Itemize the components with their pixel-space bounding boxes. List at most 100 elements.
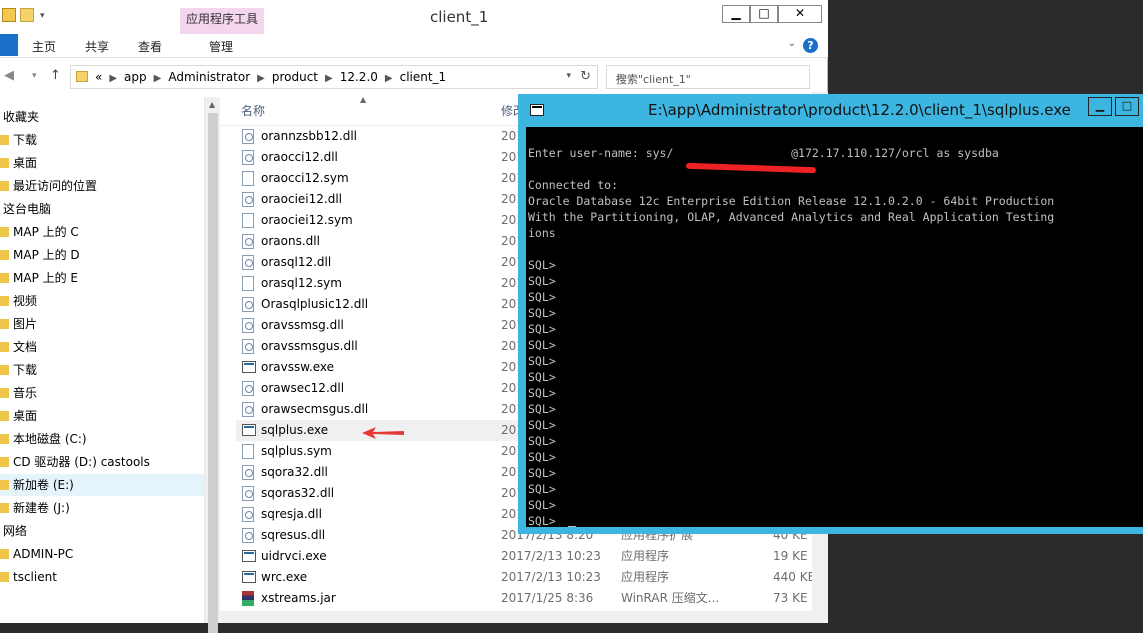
console-line: SQL> bbox=[528, 370, 556, 384]
nav-item[interactable]: MAP 上的 C bbox=[0, 221, 204, 243]
nav-item[interactable]: 下载 bbox=[0, 129, 204, 151]
properties-icon[interactable] bbox=[2, 8, 16, 22]
console-output[interactable]: Enter user-name: sys/ @172.17.110.127/or… bbox=[526, 127, 1143, 527]
file-name: oraociei12.sym bbox=[261, 213, 353, 227]
dll-file-icon bbox=[242, 339, 254, 354]
nav-item[interactable]: 最近访问的位置 bbox=[0, 175, 204, 197]
address-bar[interactable]: « ▶ app ▶ Administrator ▶ product ▶ 12.2.0 ▶ clien… bbox=[70, 65, 598, 89]
refresh-icon[interactable]: ↻ bbox=[580, 69, 591, 84]
nav-item[interactable]: 桌面 bbox=[0, 405, 204, 427]
ribbon-tabs: 主页 共享 查看 管理 ⌄ ? bbox=[0, 34, 828, 58]
close-button[interactable]: ✕ bbox=[778, 5, 822, 23]
sym-file-icon bbox=[242, 171, 254, 186]
dll-file-icon bbox=[242, 192, 254, 207]
nav-item[interactable]: ADMIN-PC bbox=[0, 543, 204, 565]
nav-section-header[interactable]: 收藏夹 bbox=[0, 106, 204, 128]
address-dropdown-icon[interactable]: ▾ bbox=[566, 71, 571, 81]
file-name: oraocci12.dll bbox=[261, 150, 338, 164]
quick-access-dropdown-icon[interactable]: ▾ bbox=[40, 11, 54, 25]
nav-item[interactable]: MAP 上的 E bbox=[0, 267, 204, 289]
nav-scrollbar[interactable]: ▲ bbox=[204, 97, 220, 633]
nav-item-icon bbox=[0, 388, 9, 398]
nav-item[interactable]: 视频 bbox=[0, 290, 204, 312]
file-date: 2017/2/13 10:23 bbox=[501, 570, 601, 584]
console-line: SQL> bbox=[528, 466, 556, 480]
console-maximize-button[interactable]: □ bbox=[1115, 97, 1139, 116]
console-line: Enter user-name: sys/ @172.17.110.127/or… bbox=[528, 146, 999, 160]
file-name: orasql12.sym bbox=[261, 276, 342, 290]
sym-file-icon bbox=[242, 444, 254, 459]
file-tab[interactable] bbox=[0, 34, 18, 56]
tab-manage[interactable]: 管理 bbox=[209, 38, 233, 55]
minimize-button[interactable]: ▁ bbox=[722, 5, 750, 23]
nav-item-label: 图片 bbox=[13, 317, 38, 331]
recent-locations-icon[interactable]: ▾ bbox=[32, 71, 37, 81]
breadcrumb-administrator[interactable]: Administrator bbox=[168, 70, 250, 84]
file-name: orannzsbb12.dll bbox=[261, 129, 357, 143]
file-row[interactable]: xstreams.jar 2017/1/25 8:36 WinRAR 压缩文... 7… bbox=[236, 588, 828, 609]
tab-home[interactable]: 主页 bbox=[32, 38, 56, 55]
file-size: 440 KE bbox=[773, 570, 816, 584]
file-name: oravssw.exe bbox=[261, 360, 335, 374]
nav-item[interactable]: 文档 bbox=[0, 336, 204, 358]
up-icon[interactable]: ↑ bbox=[50, 68, 61, 83]
nav-section-header[interactable]: 网络 bbox=[0, 520, 204, 542]
breadcrumb-client[interactable]: client_1 bbox=[400, 70, 447, 84]
nav-item[interactable]: 新加卷 (E:) bbox=[0, 474, 204, 496]
folder-icon[interactable] bbox=[20, 8, 34, 22]
scroll-up-icon[interactable]: ▲ bbox=[209, 100, 215, 109]
help-icon[interactable]: ? bbox=[803, 38, 818, 53]
console-minimize-button[interactable]: ▁ bbox=[1088, 97, 1112, 116]
file-name: sqora32.dll bbox=[261, 465, 328, 479]
maximize-button[interactable]: □ bbox=[750, 5, 778, 23]
annotation-arrow bbox=[362, 427, 404, 439]
console-window[interactable]: E:\app\Administrator\product\12.2.0\clie… bbox=[518, 94, 1143, 534]
tab-share[interactable]: 共享 bbox=[85, 38, 109, 55]
breadcrumb-version[interactable]: 12.2.0 bbox=[340, 70, 378, 84]
nav-item-icon bbox=[0, 250, 9, 260]
file-row[interactable]: uidrvci.exe 2017/2/13 10:23 应用程序 19 KE bbox=[236, 546, 828, 567]
nav-item[interactable]: 新建卷 (J:) bbox=[0, 497, 204, 519]
nav-item[interactable]: 音乐 bbox=[0, 382, 204, 404]
file-name: uidrvci.exe bbox=[261, 549, 327, 563]
console-line: SQL> bbox=[528, 498, 556, 512]
file-name: orawsecmsgus.dll bbox=[261, 402, 369, 416]
nav-item-label: 最近访问的位置 bbox=[13, 179, 98, 193]
file-date: 2017/1/25 8:36 bbox=[501, 591, 594, 605]
nav-item[interactable]: 下载 bbox=[0, 359, 204, 381]
console-app-icon[interactable] bbox=[530, 104, 544, 116]
nav-item-label: 文档 bbox=[13, 340, 38, 354]
breadcrumb-app[interactable]: app bbox=[124, 70, 147, 84]
back-icon[interactable]: ◀ bbox=[4, 68, 14, 83]
exe-file-icon bbox=[242, 361, 256, 373]
nav-item-label: CD 驱动器 (D:) castools bbox=[13, 455, 150, 469]
nav-item-label: 本地磁盘 (C:) bbox=[13, 432, 87, 446]
nav-item-label: MAP 上的 C bbox=[13, 225, 79, 239]
dll-file-icon bbox=[242, 402, 254, 417]
nav-item[interactable]: MAP 上的 D bbox=[0, 244, 204, 266]
search-input[interactable]: 搜索"client_1" ⌕ bbox=[606, 65, 810, 89]
nav-item-icon bbox=[0, 480, 9, 490]
console-line: Connected to: bbox=[528, 178, 619, 192]
expand-ribbon-icon[interactable]: ⌄ bbox=[788, 38, 796, 49]
nav-item[interactable]: 桌面 bbox=[0, 152, 204, 174]
exe-file-icon bbox=[242, 424, 256, 436]
nav-item[interactable]: tsclient bbox=[0, 566, 204, 588]
console-line: SQL> bbox=[528, 354, 556, 368]
scrollbar-thumb[interactable] bbox=[208, 113, 218, 633]
breadcrumb-product[interactable]: product bbox=[272, 70, 318, 84]
file-name: sqlplus.exe bbox=[261, 423, 329, 437]
file-row[interactable]: wrc.exe 2017/2/13 10:23 应用程序 440 KE bbox=[236, 567, 828, 588]
tab-view[interactable]: 查看 bbox=[138, 38, 162, 55]
console-line: SQL> bbox=[528, 482, 556, 496]
breadcrumb-prefix[interactable]: « bbox=[95, 70, 102, 84]
dll-file-icon bbox=[242, 318, 254, 333]
horizontal-scrollbar[interactable] bbox=[220, 611, 812, 623]
nav-section-header[interactable]: 这台电脑 bbox=[0, 198, 204, 220]
nav-item[interactable]: 本地磁盘 (C:) bbox=[0, 428, 204, 450]
nav-item[interactable]: CD 驱动器 (D:) castools bbox=[0, 451, 204, 473]
column-name[interactable]: 名称 bbox=[241, 102, 265, 119]
sym-file-icon bbox=[242, 276, 254, 291]
file-name: sqlplus.sym bbox=[261, 444, 332, 458]
nav-item[interactable]: 图片 bbox=[0, 313, 204, 335]
